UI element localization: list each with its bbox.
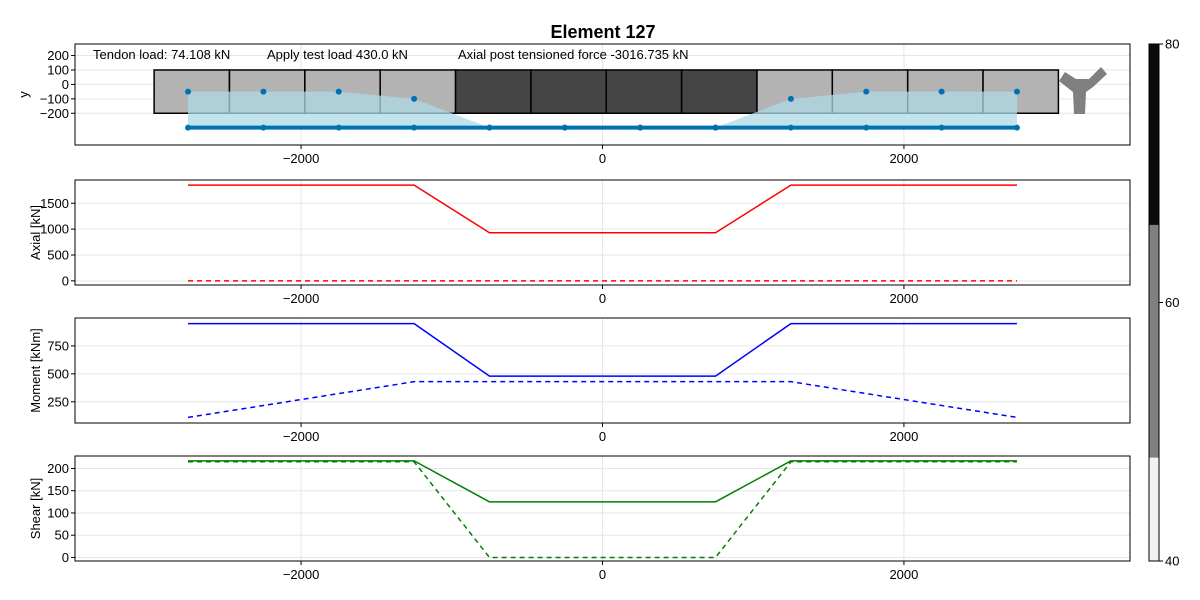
y-axis-label: y — [16, 91, 31, 98]
deviator-point — [1013, 88, 1020, 95]
x-tick-label: −2000 — [283, 567, 320, 582]
tendon-point — [712, 124, 719, 131]
deviator-point — [260, 88, 267, 95]
y-tick-label: 250 — [47, 394, 69, 409]
colorbar-band — [1149, 457, 1159, 561]
panel-1: −2000 0 2000 1500 1000 500 0 Axial [kN] — [28, 179, 1131, 306]
y-tick-label: 0 — [62, 550, 69, 565]
deviator-point — [411, 95, 418, 102]
panel-0: −2000 0 20002001000−100−200y — [16, 43, 1131, 166]
tendon-point — [185, 124, 192, 131]
y-axis-label: Moment [kNm] — [28, 328, 43, 413]
y-tick-label: 200 — [47, 48, 69, 63]
test-load-annotation: Apply test load 430.0 kN — [267, 47, 408, 62]
y-axis-label: Shear [kN] — [28, 478, 43, 539]
tendon-point — [260, 124, 267, 131]
y-tick-label: 200 — [47, 461, 69, 476]
figure: Element 127 −2000 0 20002001000−100−200y−2… — [16, 22, 1179, 582]
tendon-point — [486, 124, 493, 131]
segment-block — [530, 69, 608, 115]
tendon-point — [637, 124, 644, 131]
colorbar-band — [1149, 44, 1159, 225]
panel-2: −2000 0 2000 750 500 250 Moment [kNm] — [28, 317, 1131, 444]
deviator-point — [335, 88, 342, 95]
panels: −2000 0 20002001000−100−200y−2000 0 20001500… — [16, 43, 1131, 582]
x-tick-label: 2000 — [889, 429, 918, 444]
x-tick-label: 0 — [599, 429, 606, 444]
x-tick-label: 2000 — [889, 151, 918, 166]
y-tick-label: 1000 — [40, 222, 69, 237]
deviator-point — [185, 88, 192, 95]
x-tick-label: 0 — [599, 291, 606, 306]
cross-section-icon — [1059, 67, 1107, 114]
axial-force-annotation: Axial post tensioned force -3016.735 kN — [458, 47, 689, 62]
x-tick-label: −2000 — [283, 151, 320, 166]
tendon-point — [938, 124, 945, 131]
tendon-point — [1013, 124, 1020, 131]
y-tick-label: 750 — [47, 338, 69, 353]
tendon-point — [411, 124, 418, 131]
y-tick-label: 50 — [55, 528, 69, 543]
y-tick-label: −100 — [40, 91, 69, 106]
colorbar-tick-label: 40 — [1165, 554, 1179, 569]
x-tick-label: 2000 — [889, 291, 918, 306]
colorbar-tick-label: 80 — [1165, 37, 1179, 52]
colorbar-tick-label: 60 — [1165, 295, 1179, 310]
y-tick-label: 500 — [47, 366, 69, 381]
segment-block — [605, 69, 683, 115]
tendon-load-annotation: Tendon load: 74.108 kN — [93, 47, 230, 62]
tendon-point — [561, 124, 568, 131]
colorbar-band — [1149, 224, 1159, 458]
segment-block — [454, 69, 532, 115]
tendon-point — [863, 124, 870, 131]
deviator-point — [938, 88, 945, 95]
x-tick-label: 2000 — [889, 567, 918, 582]
colorbar: 40 60 80 — [1148, 37, 1179, 569]
x-tick-label: 0 — [599, 151, 606, 166]
y-tick-label: 0 — [62, 77, 69, 92]
chart-title: Element 127 — [550, 22, 655, 42]
segment-block — [680, 69, 758, 115]
y-tick-label: −200 — [40, 106, 69, 121]
y-tick-label: 150 — [47, 483, 69, 498]
y-tick-label: 0 — [62, 273, 69, 288]
y-tick-label: 500 — [47, 248, 69, 263]
tendon-point — [787, 124, 794, 131]
y-tick-label: 1500 — [40, 196, 69, 211]
deviator-point — [863, 88, 870, 95]
y-axis-label: Axial [kN] — [28, 205, 43, 260]
panel-3: −2000 0 2000 200 150 100 50 0 Shear [kN] — [28, 455, 1131, 582]
tendon-point — [335, 124, 342, 131]
x-tick-label: −2000 — [283, 291, 320, 306]
y-tick-label: 100 — [47, 505, 69, 520]
x-tick-label: −2000 — [283, 429, 320, 444]
y-tick-label: 100 — [47, 62, 69, 77]
x-tick-label: 0 — [599, 567, 606, 582]
deviator-point — [787, 95, 794, 102]
